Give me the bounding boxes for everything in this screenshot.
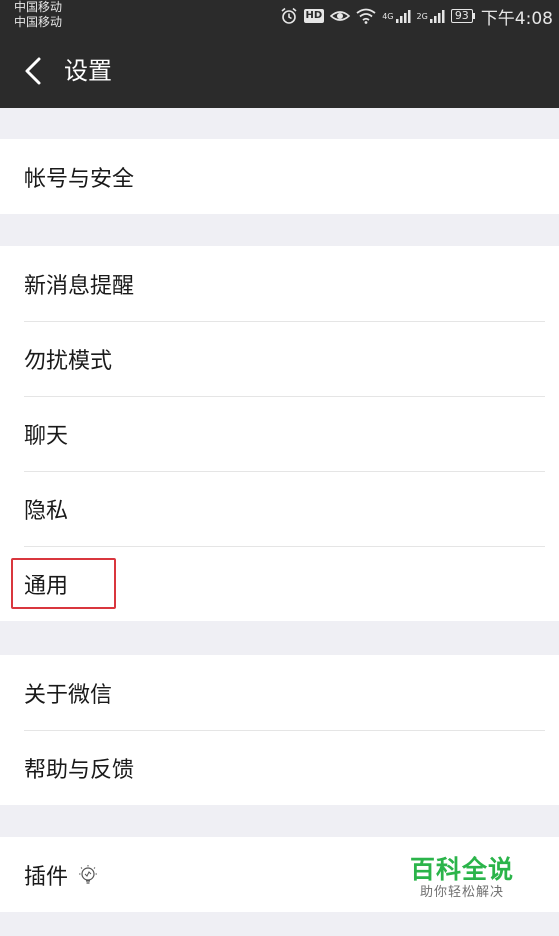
settings-item-label: 聊天 bbox=[24, 423, 69, 449]
settings-item-label: 帐号与安全 bbox=[24, 166, 135, 192]
settings-item-do-not-disturb[interactable]: 勿扰模式 bbox=[0, 321, 559, 396]
settings-item-label: 隐私 bbox=[24, 498, 69, 524]
net-type-1: 4G bbox=[382, 11, 394, 21]
settings-item-about-wechat[interactable]: 关于微信 bbox=[0, 655, 559, 730]
settings-item-general[interactable]: 通用 bbox=[0, 546, 559, 621]
wifi-icon bbox=[356, 8, 376, 24]
settings-item-label: 插件 bbox=[24, 864, 69, 890]
signal-2g-icon: 2G bbox=[417, 8, 445, 24]
carrier-label-1: 中国移动 bbox=[14, 0, 63, 14]
status-bar: 中国移动 中国移动 HD 4G 2G 93 下午4:08 bbox=[0, 0, 559, 34]
signal-4g-icon: 4G bbox=[382, 8, 411, 24]
settings-item-plugins[interactable]: 插件 bbox=[0, 837, 559, 912]
settings-item-chats[interactable]: 聊天 bbox=[0, 396, 559, 471]
settings-item-label: 关于微信 bbox=[24, 682, 113, 708]
back-button[interactable] bbox=[14, 52, 52, 90]
settings-item-account-security[interactable]: 帐号与安全 bbox=[0, 139, 559, 214]
net-type-2: 2G bbox=[416, 11, 428, 21]
settings-item-label: 通用 bbox=[24, 573, 69, 599]
nav-bar: 设置 bbox=[0, 34, 559, 108]
settings-item-privacy[interactable]: 隐私 bbox=[0, 471, 559, 546]
eye-icon bbox=[330, 8, 351, 24]
battery-icon: 93 bbox=[450, 9, 475, 23]
settings-item-new-message-alerts[interactable]: 新消息提醒 bbox=[0, 246, 559, 321]
settings-item-label: 勿扰模式 bbox=[24, 348, 113, 374]
settings-group-main: 新消息提醒 勿扰模式 聊天 隐私 通用 bbox=[0, 246, 559, 621]
chevron-left-icon bbox=[25, 57, 41, 85]
settings-item-label: 帮助与反馈 bbox=[24, 757, 135, 783]
settings-item-help-feedback[interactable]: 帮助与反馈 bbox=[0, 730, 559, 805]
alarm-icon bbox=[280, 7, 298, 25]
hd-badge: HD bbox=[303, 9, 325, 23]
carrier-label-2: 中国移动 bbox=[14, 15, 63, 29]
settings-group-account: 帐号与安全 bbox=[0, 139, 559, 214]
settings-group-plugins: 插件 bbox=[0, 837, 559, 912]
settings-group-about: 关于微信 帮助与反馈 bbox=[0, 655, 559, 805]
lightbulb-icon bbox=[78, 864, 98, 886]
page-title: 设置 bbox=[64, 57, 112, 85]
clock: 下午4:08 bbox=[480, 8, 553, 29]
settings-item-label: 新消息提醒 bbox=[24, 273, 135, 299]
status-icons: HD 4G 2G 93 下午4:08 bbox=[280, 4, 553, 29]
